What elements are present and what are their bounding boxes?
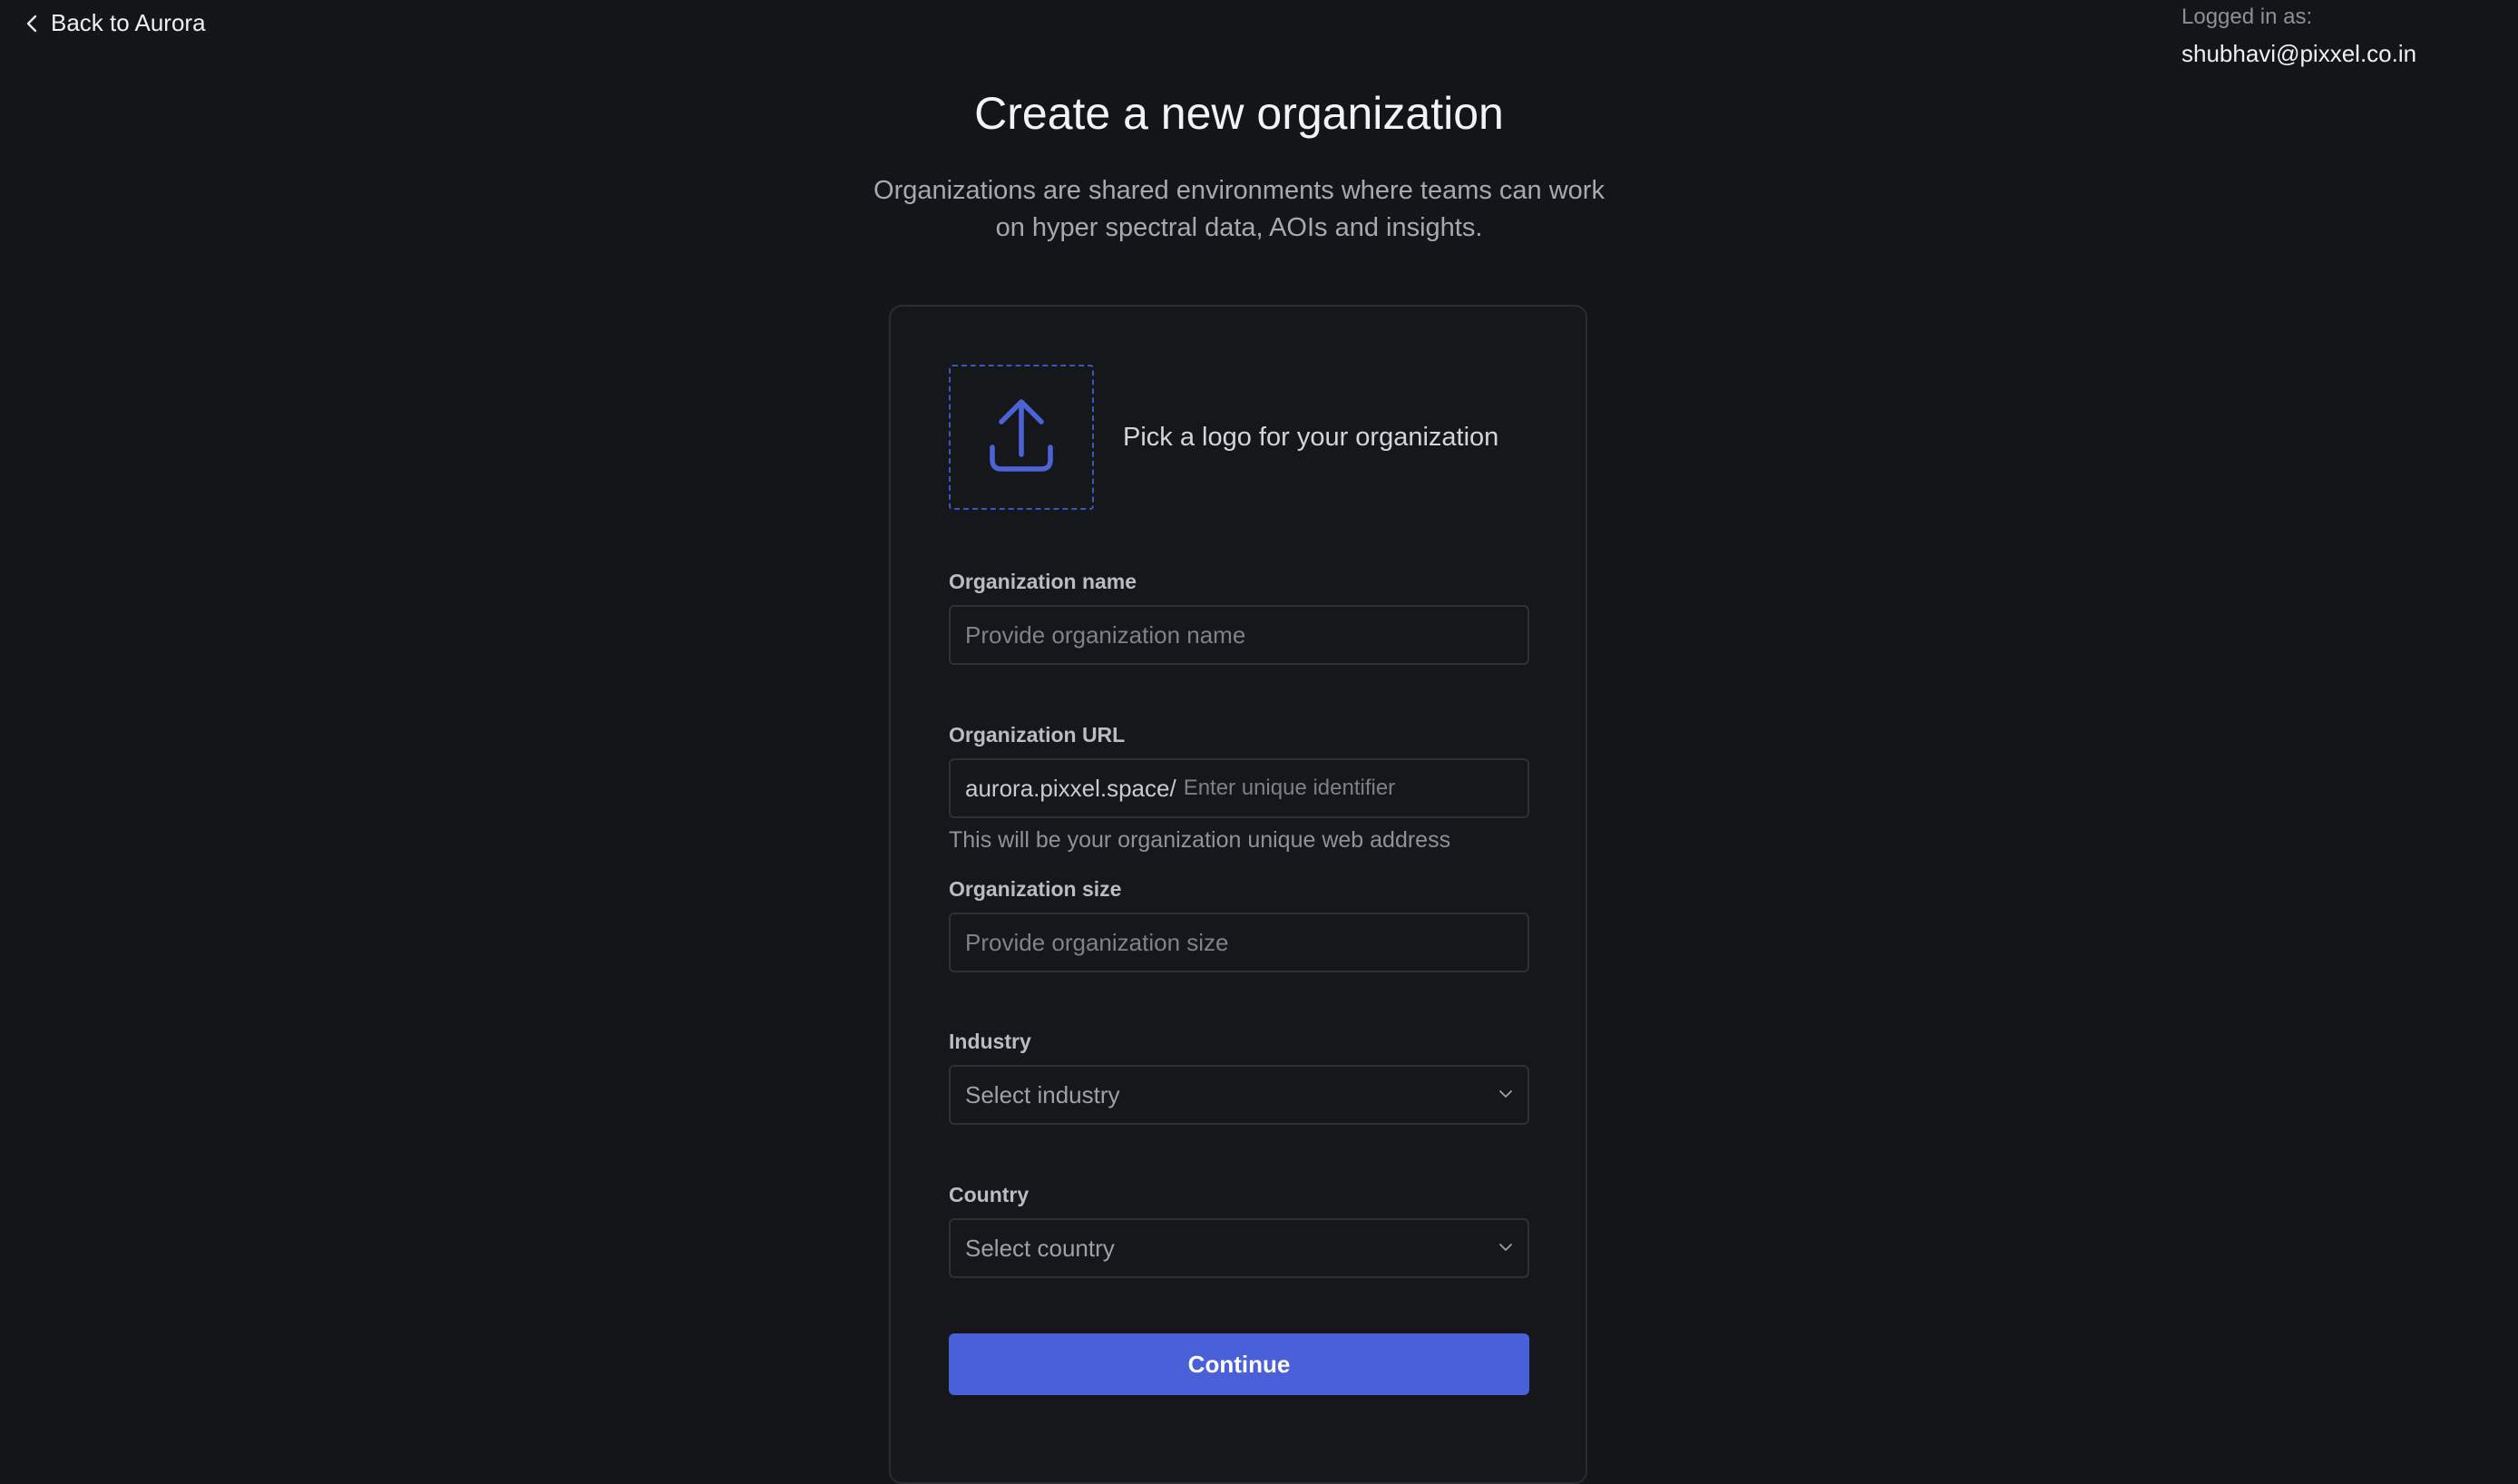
back-link-label: Back to Aurora xyxy=(51,9,206,36)
industry-select-value: Select industry xyxy=(965,1080,1120,1108)
chevron-down-icon xyxy=(1498,1087,1513,1103)
org-url-input-box: aurora.pixxel.space/ xyxy=(949,758,1529,818)
org-name-label: Organization name xyxy=(949,570,1137,593)
chevron-left-icon xyxy=(25,14,38,34)
org-size-field: Organization size xyxy=(949,877,1529,972)
logged-in-info: Logged in as: shubhavi@pixxel.co.in xyxy=(2181,2,2416,71)
page-title: Create a new organization xyxy=(974,88,1504,139)
logo-upload-dropzone[interactable] xyxy=(949,365,1094,510)
org-name-input[interactable] xyxy=(965,620,1513,649)
org-size-input[interactable] xyxy=(965,928,1513,957)
country-label: Country xyxy=(949,1183,1030,1206)
back-to-aurora-link[interactable]: Back to Aurora xyxy=(25,9,206,37)
industry-label: Industry xyxy=(949,1030,1031,1053)
org-size-input-box xyxy=(949,913,1529,972)
org-name-field: Organization name xyxy=(949,570,1529,665)
org-url-help-text: This will be your organization unique we… xyxy=(949,827,1451,853)
logged-in-label: Logged in as: xyxy=(2181,5,2313,29)
org-url-input[interactable] xyxy=(1183,776,1513,801)
logo-picker: Pick a logo for your organization xyxy=(949,365,1498,510)
org-name-input-box xyxy=(949,605,1529,665)
upload-icon xyxy=(987,396,1056,479)
org-url-prefix: aurora.pixxel.space/ xyxy=(965,774,1176,802)
org-url-label: Organization URL xyxy=(949,723,1126,747)
country-select-value: Select country xyxy=(965,1234,1115,1262)
logo-picker-caption: Pick a logo for your organization xyxy=(1123,422,1499,452)
industry-select[interactable]: Select industry xyxy=(949,1065,1529,1125)
org-size-label: Organization size xyxy=(949,877,1122,901)
create-organization-form: Pick a logo for your organization Organi… xyxy=(889,305,1587,1484)
logged-in-email: shubhavi@pixxel.co.in xyxy=(2181,39,2417,67)
country-field: Country Select country xyxy=(949,1183,1529,1278)
chevron-down-icon xyxy=(1498,1240,1513,1256)
industry-field: Industry Select industry xyxy=(949,1030,1529,1125)
country-select[interactable]: Select country xyxy=(949,1218,1529,1278)
org-url-field: Organization URL aurora.pixxel.space/ Th… xyxy=(949,723,1529,854)
page-subtitle: Organizations are shared environments wh… xyxy=(873,176,1605,242)
continue-button[interactable]: Continue xyxy=(949,1333,1529,1395)
